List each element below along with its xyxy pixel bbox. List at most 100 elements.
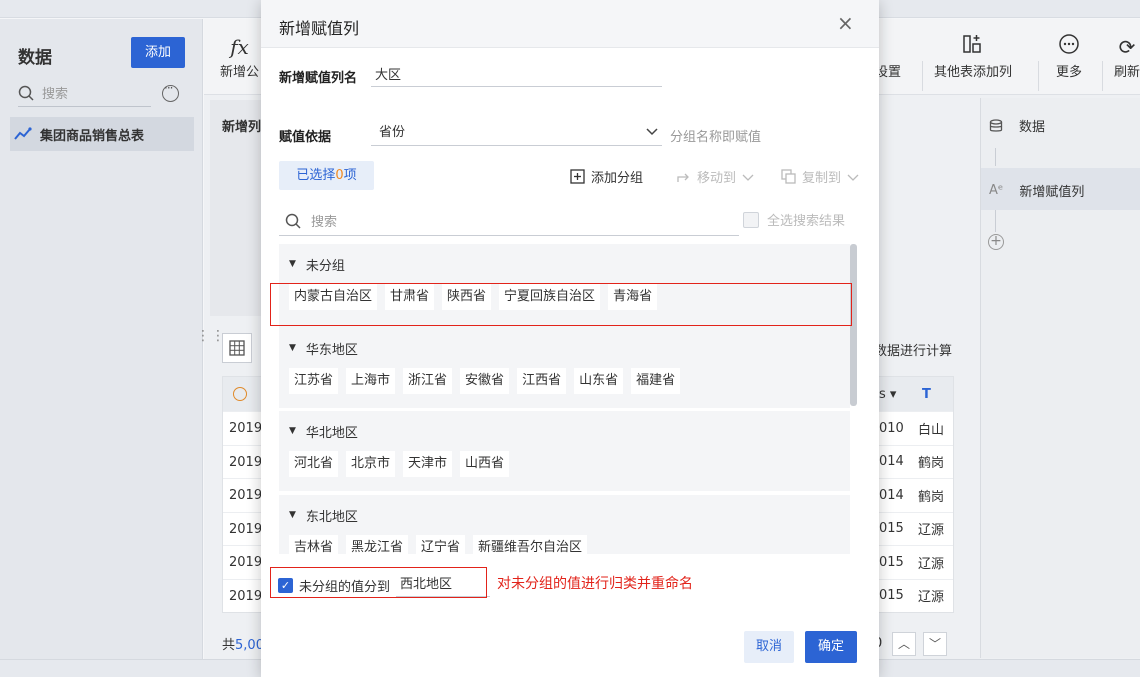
fx-icon: fx <box>230 35 249 59</box>
group-block: ▼ 华东地区 江苏省 上海市 浙江省 安徽省 江西省 山东省 福建省 <box>279 328 850 408</box>
trend-chart-icon <box>14 127 32 140</box>
calc-hint-text: 数据进行计算 <box>874 344 953 359</box>
refresh-icon: ⟳ <box>1118 35 1136 59</box>
table-cell: 015 <box>879 554 904 570</box>
province-chip[interactable]: 新疆维吾尔自治区 <box>473 535 588 554</box>
table-item-label: 集团商品销售总表 <box>40 128 145 144</box>
left-search-input[interactable]: 搜索 <box>18 79 151 107</box>
group-header[interactable]: ▼ 未分组 <box>279 244 850 284</box>
group-search-input[interactable]: 搜索 <box>279 206 739 236</box>
selected-count-badge[interactable]: 已选择0项 <box>279 161 374 190</box>
table-row: 014 鹤岗 <box>875 478 953 512</box>
group-name: 东北地区 <box>305 509 358 525</box>
chevron-up-icon[interactable]: ︿ <box>892 632 916 656</box>
move-to-label: 移动到 <box>697 171 737 186</box>
table-cell: 014 <box>879 454 904 470</box>
step-data[interactable]: 数据 <box>989 116 1045 135</box>
annotation-text: 对未分组的值进行归类并重命名 <box>497 576 693 592</box>
province-chip[interactable]: 河北省 <box>289 451 339 477</box>
province-chip[interactable]: 山西省 <box>460 451 510 477</box>
toolbar-add-formula[interactable]: fx 新增公 <box>220 33 259 80</box>
select-all-checkbox[interactable] <box>743 211 759 228</box>
left-data-panel: 数据 添加 搜索 集团商品销售总表 <box>0 19 203 659</box>
province-chip[interactable]: 上海市 <box>346 368 396 394</box>
caret-down-icon[interactable]: ▼ <box>289 259 296 269</box>
toolbar-more[interactable]: 更多 <box>1056 33 1082 80</box>
chevron-down-icon[interactable]: ﹀ <box>923 632 947 656</box>
toolbar-other-table-add-column[interactable]: 其他表添加列 <box>934 33 1012 80</box>
province-chip[interactable]: 安徽省 <box>460 368 510 394</box>
close-icon[interactable]: × <box>837 13 854 33</box>
step-new-assign-column[interactable]: Aᵉ 新增赋值列 <box>989 181 1084 200</box>
table-cell: 014 <box>879 487 904 503</box>
column-name-input[interactable] <box>371 61 662 87</box>
step-new-column-label: 新增赋值列 <box>1019 185 1085 200</box>
basis-select[interactable]: 省份 <box>371 120 662 146</box>
province-chip[interactable]: 黑龙江省 <box>346 535 409 554</box>
table-cell: 015 <box>879 521 904 537</box>
table-row: 015 辽源 <box>875 511 953 546</box>
province-chip[interactable]: 北京市 <box>346 451 396 477</box>
move-to-button[interactable]: 移动到 <box>676 167 754 186</box>
province-chip[interactable]: 辽宁省 <box>416 535 466 554</box>
cancel-button[interactable]: 取消 <box>744 631 794 663</box>
province-chip[interactable]: 浙江省 <box>403 368 453 394</box>
table-row: 015 辽源 <box>875 578 953 613</box>
text-field-icon: Aᵉ <box>989 183 1004 198</box>
province-chip[interactable]: 天津市 <box>403 451 453 477</box>
table-cell: 辽源 <box>918 590 945 606</box>
province-chip[interactable]: 江苏省 <box>289 368 339 394</box>
toolbar-label: 其他表添加列 <box>934 65 1013 80</box>
data-table-right: s ▾ T 010 白山 014 鹤岗 014 鹤岗 015 辽源 015 辽源 015 辽源 <box>874 376 954 613</box>
add-group-button[interactable]: 添加分组 <box>570 167 643 186</box>
chevron-down-icon <box>847 174 859 181</box>
add-step-icon[interactable]: + <box>988 234 1004 250</box>
group-block: ▼ 华北地区河北省 北京市 天津市 山西省 <box>279 411 850 491</box>
caret-down-icon[interactable]: ▼ <box>289 426 296 436</box>
more-icon <box>1056 33 1082 61</box>
table-row: 010 白山 <box>875 411 953 445</box>
province-chip[interactable]: 吉林省 <box>289 535 339 554</box>
data-table-left: 2019-2019-2019-2019-2019-2019- <box>222 376 262 613</box>
province-chip[interactable]: 福建省 <box>631 368 681 394</box>
toolbar-divider <box>1102 61 1103 91</box>
toolbar-label: 更多 <box>1056 65 1083 80</box>
dialog-header: 新增赋值列 × <box>261 0 879 48</box>
add-data-button[interactable]: 添加 <box>131 37 185 68</box>
table-cell: 白山 <box>918 422 945 438</box>
group-name: 未分组 <box>305 258 345 274</box>
table-view-icon[interactable] <box>222 333 252 363</box>
toolbar-divider <box>1038 61 1039 91</box>
ok-button[interactable]: 确定 <box>805 631 857 663</box>
row-count: 共5,00 <box>222 638 264 653</box>
select-all-search-results[interactable]: 全选搜索结果 <box>743 210 845 229</box>
caret-down-icon[interactable]: ▼ <box>289 510 296 520</box>
add-group-icon <box>570 169 585 184</box>
select-all-label: 全选搜索结果 <box>767 214 846 229</box>
table-item-sales[interactable]: 集团商品销售总表 <box>10 117 194 151</box>
step-connector <box>995 148 996 166</box>
basis-label: 赋值依据 <box>279 130 332 145</box>
toolbar-refresh[interactable]: ⟳ 刷新 <box>1114 33 1140 80</box>
group-block: ▼ 东北地区吉林省 黑龙江省 辽宁省 新疆维吾尔自治区 <box>279 495 850 554</box>
group-header[interactable]: ▼ 华东地区 <box>279 328 850 368</box>
basis-select-value: 省份 <box>379 125 406 140</box>
group-header[interactable]: ▼ 华北地区 <box>279 411 850 451</box>
move-icon <box>677 173 689 182</box>
table-cell: 2019- <box>223 511 261 546</box>
province-chip[interactable]: 山东省 <box>574 368 624 394</box>
chevron-down-icon <box>646 120 658 146</box>
table-cell: 2019- <box>223 545 261 579</box>
more-options-icon[interactable] <box>162 81 179 102</box>
new-column-label: 新增列 <box>222 120 262 135</box>
group-name: 华北地区 <box>305 425 358 441</box>
group-header[interactable]: ▼ 东北地区 <box>279 495 850 535</box>
province-chip[interactable]: 江西省 <box>517 368 567 394</box>
caret-down-icon[interactable]: ▼ <box>289 343 296 353</box>
group-items: 河北省 北京市 天津市 山西省 <box>279 451 850 477</box>
dialog-title: 新增赋值列 <box>279 19 360 38</box>
copy-to-button[interactable]: 复制到 <box>781 167 859 186</box>
table-cell: 辽源 <box>918 523 945 539</box>
group-items: 吉林省 黑龙江省 辽宁省 新疆维吾尔自治区 <box>279 535 850 554</box>
step-data-label: 数据 <box>1019 120 1046 135</box>
